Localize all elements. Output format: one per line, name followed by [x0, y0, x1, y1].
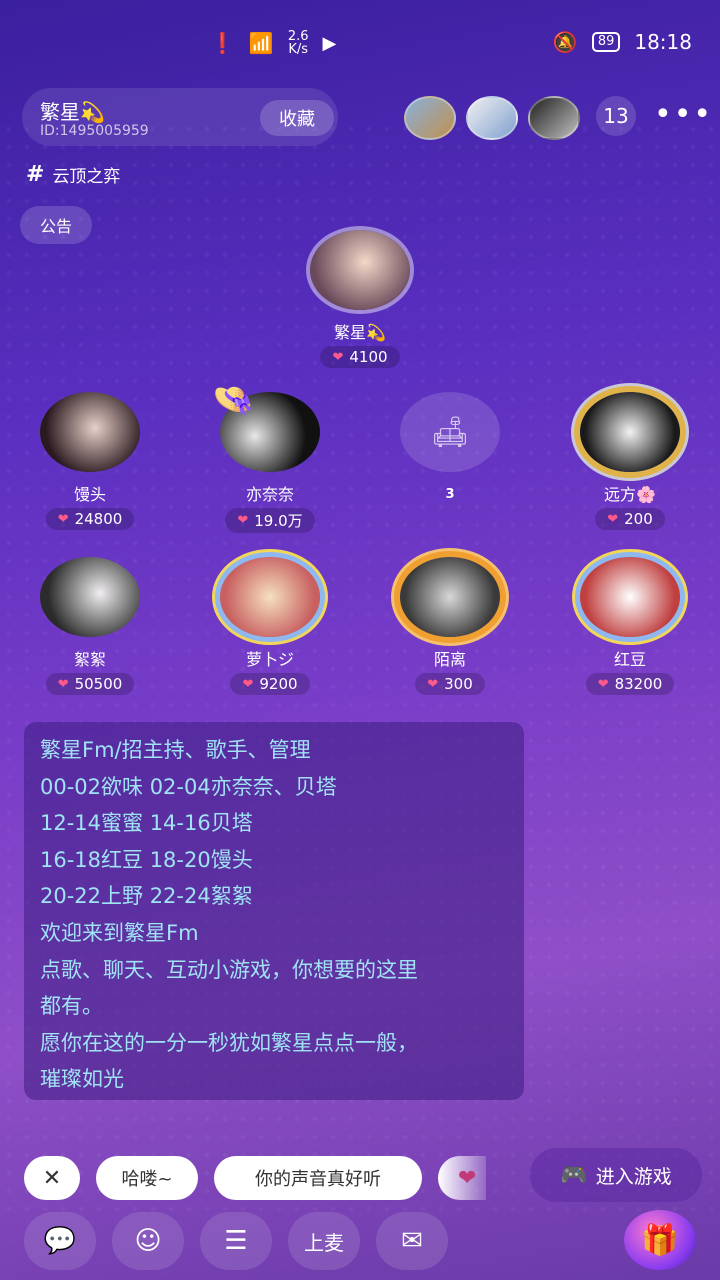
seat-avatar[interactable] [40, 557, 140, 637]
host-avatar[interactable] [310, 230, 410, 310]
seat-number: 3 [445, 487, 455, 502]
seat-hearts: ❤ 9200 [230, 673, 310, 695]
seat-name: 萝卜ジ [245, 650, 294, 669]
heart-icon: ❤ [332, 349, 344, 365]
mic-seat[interactable]: 红豆 ❤ 83200 [560, 557, 700, 695]
gamepad-icon: 🎮 [560, 1162, 588, 1188]
seat-name: 红豆 [613, 650, 646, 669]
mic-seat[interactable]: 萝卜ジ ❤ 9200 [200, 557, 340, 695]
message-button[interactable]: ✉ [376, 1212, 448, 1270]
list-icon: ☰ [224, 1226, 248, 1256]
message-line: 都有。 [40, 994, 103, 1019]
sofa-icon: 🛋 [430, 414, 470, 450]
host-hearts: ❤ 4100 [320, 346, 400, 368]
close-quick-replies-button[interactable]: ✕ [24, 1156, 80, 1200]
enter-game-label: 进入游戏 [595, 1165, 672, 1188]
status-right: 🔕 89 18:18 [553, 30, 692, 54]
seat-avatar[interactable] [220, 557, 320, 637]
room-name: 繁星💫 [40, 100, 105, 124]
host-name: 繁星💫 [334, 323, 386, 342]
audience-avatar[interactable] [466, 96, 518, 140]
net-speed: 2.6 K/s [287, 29, 309, 57]
gift-icon: 🎁 [641, 1222, 679, 1258]
mic-seat[interactable]: 絮絮 ❤ 50500 [20, 557, 160, 695]
chat-button[interactable]: 💬 [24, 1212, 96, 1270]
status-center: ❗ 📶 2.6 K/s ▶ [210, 30, 336, 56]
quick-reply-nice-voice[interactable]: 你的声音真好听 [214, 1156, 422, 1200]
heart-icon: ❤ [607, 511, 619, 527]
clock: 18:18 [634, 30, 692, 54]
seat-hearts: ❤ 19.0万 [225, 508, 315, 533]
audience-count[interactable]: 13 [596, 96, 636, 136]
menu-button[interactable]: ☰ [200, 1212, 272, 1270]
message-line: 20-22上野 22-24絮絮 [40, 884, 253, 909]
seat-name: 絮絮 [73, 650, 106, 669]
heart-icon: ❤ [57, 511, 69, 527]
seat-avatar[interactable] [580, 557, 680, 637]
heart-icon: ❤ [237, 513, 249, 528]
mute-icon: 🔕 [552, 30, 578, 54]
mic-seat[interactable]: 远方🌸 ❤ 200 [560, 392, 700, 530]
hash-icon: # [26, 162, 45, 187]
chat-bubble-icon: 💬 [43, 1226, 77, 1256]
message-line: 点歌、聊天、互动小游戏，你想要的这里 [40, 957, 418, 982]
heart-icon: ❤ [597, 676, 609, 692]
audience-avatar[interactable] [404, 96, 456, 140]
message-line: 12-14蜜蜜 14-16贝塔 [40, 811, 253, 836]
room-tag[interactable]: # 云顶之弈 [26, 162, 120, 187]
video-icon: ▶ [322, 32, 337, 54]
hat-icon: 👒 [212, 380, 255, 420]
seat-name: 馒头 [73, 485, 106, 504]
seat-hearts: ❤ 24800 [45, 508, 135, 530]
alert-icon: ❗ [210, 31, 235, 55]
seat-avatar[interactable] [400, 557, 500, 637]
seat-hearts: ❤ 300 [415, 673, 485, 695]
gift-button[interactable]: 🎁 [624, 1210, 696, 1270]
mic-label: 上麦 [304, 1230, 344, 1255]
mic-seat[interactable]: 馒头 ❤ 24800 [20, 392, 160, 530]
seat-avatar[interactable] [40, 392, 140, 472]
message-line: 愿你在这的一分一秒犹如繁星点点一般， [40, 1030, 418, 1055]
audience-avatar[interactable] [528, 96, 580, 140]
seat-hearts: ❤ 200 [595, 508, 665, 530]
favorite-button[interactable]: 收藏 [260, 100, 334, 136]
mic-seat[interactable]: 👒 亦奈奈 ❤ 19.0万 [200, 380, 340, 533]
wifi-icon: 📶 [248, 31, 274, 55]
message-line: 繁星Fm/招主持、歌手、管理 [40, 738, 311, 762]
envelope-icon: ✉ [401, 1226, 423, 1256]
seat-name: 陌离 [433, 650, 466, 669]
room-tag-label: 云顶之弈 [52, 167, 121, 187]
seat-name: 远方🌸 [604, 485, 656, 504]
message-line: 00-02欲味 02-04亦奈奈、贝塔 [40, 774, 337, 799]
notice-button[interactable]: 公告 [20, 206, 92, 244]
message-line: 16-18红豆 18-20馒头 [40, 847, 253, 872]
seat-avatar[interactable]: 👒 [212, 380, 320, 472]
seat-empty-circle[interactable]: 🛋 [400, 392, 500, 472]
mic-seat-empty[interactable]: 🛋 3 [380, 392, 520, 506]
message-line: 璀璨如光 [40, 1067, 124, 1092]
status-bar: ❗ 📶 2.6 K/s ▶ 🔕 89 18:18 [0, 0, 720, 80]
seat-avatar[interactable] [580, 392, 680, 472]
quick-reply-hello[interactable]: 哈喽~ [96, 1156, 198, 1200]
battery-indicator: 89 [591, 32, 621, 52]
seat-hearts: ❤ 83200 [585, 673, 675, 695]
seat-hearts: ❤ 50500 [45, 673, 135, 695]
heart-icon: ❤ [427, 676, 439, 692]
mic-seat[interactable]: 陌离 ❤ 300 [380, 557, 520, 695]
smile-icon: ☺ [134, 1226, 162, 1256]
emoji-button[interactable]: ☺ [112, 1212, 184, 1270]
room-id: ID:1495005959 [40, 123, 149, 139]
message-line: 欢迎来到繁星Fm [40, 920, 199, 945]
heart-icon: ❤ [242, 676, 254, 692]
seat-name: 亦奈奈 [245, 485, 294, 504]
more-options-icon[interactable]: ••• [654, 100, 713, 130]
enter-game-button[interactable]: 🎮 进入游戏 [530, 1148, 702, 1202]
announcement-message: 繁星Fm/招主持、歌手、管理 00-02欲味 02-04亦奈奈、贝塔 12-14… [24, 722, 524, 1100]
mic-button[interactable]: 上麦 [288, 1212, 360, 1270]
heart-icon: ❤ [57, 676, 69, 692]
heart-icon: ❤ [458, 1165, 477, 1191]
quick-reply-heart[interactable]: ❤ [438, 1156, 486, 1200]
host-seat[interactable]: 繁星💫 ❤ 4100 [290, 230, 430, 368]
